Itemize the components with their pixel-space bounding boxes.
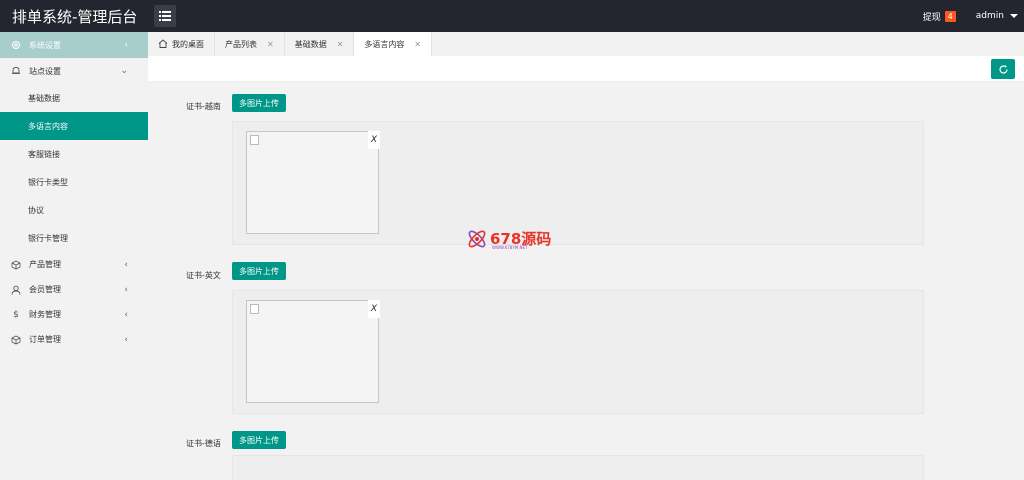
sidebar-item-label: 会员管理 — [29, 285, 61, 294]
box-icon — [10, 259, 22, 271]
broken-image-icon — [250, 304, 259, 314]
upload-button-english[interactable]: 多图片上传 — [232, 262, 286, 280]
refresh-icon — [998, 64, 1008, 74]
top-bar: 排单系统-管理后台 提现 4 admin — [0, 0, 1024, 32]
tab-bar: 我的桌面 产品列表 ✕ 基础数据 ✕ 多语言内容 ✕ — [148, 32, 1024, 56]
field-label-english: 证书-英文 — [186, 271, 221, 280]
chevron-left-icon: ‹ — [124, 310, 128, 320]
sidebar-item-system-settings[interactable]: 系统设置 ‹ — [0, 32, 148, 58]
bell-icon — [10, 65, 22, 77]
sidebar-item-site-settings[interactable]: 站点设置 ⌄ — [0, 58, 148, 84]
withdraw-count-badge: 4 — [944, 10, 956, 22]
sidebar-subitem-card-manage[interactable]: 银行卡管理 — [0, 224, 148, 252]
broken-image-icon — [250, 135, 259, 145]
user-name: admin — [975, 11, 1004, 21]
close-icon[interactable]: ✕ — [414, 40, 421, 49]
sidebar-item-label: 订单管理 — [29, 335, 61, 344]
image-panel-english: X — [232, 290, 924, 414]
image-panel-german — [232, 455, 924, 480]
sidebar-item-products[interactable]: 产品管理 ‹ — [0, 252, 148, 277]
tab-label: 基础数据 — [294, 39, 327, 49]
remove-image-button[interactable]: X — [368, 131, 380, 149]
watermark: 678源码 WWW.678YM.NET — [466, 228, 551, 250]
sidebar-item-orders[interactable]: 订单管理 ‹ — [0, 327, 148, 352]
chevron-left-icon: ‹ — [124, 335, 128, 345]
image-panel-vietnam: X — [232, 121, 924, 245]
content-toolbar — [148, 56, 1024, 82]
chevron-left-icon: ‹ — [124, 260, 128, 270]
sidebar-item-members[interactable]: 会员管理 ‹ — [0, 277, 148, 302]
upload-button-vietnam[interactable]: 多图片上传 — [232, 94, 286, 112]
home-icon — [158, 38, 168, 50]
sidebar-subitem-basic-data[interactable]: 基础数据 — [0, 84, 148, 112]
sidebar-subitem-multilang[interactable]: 多语言内容 — [0, 112, 148, 140]
box-icon — [10, 334, 22, 346]
chevron-left-icon: ‹ — [124, 40, 128, 50]
tab-basic-data[interactable]: 基础数据 ✕ — [285, 32, 355, 56]
tab-my-desktop[interactable]: 我的桌面 — [148, 32, 215, 56]
image-thumbnail — [246, 300, 379, 403]
field-label-german: 证书-德语 — [186, 439, 221, 448]
remove-image-button[interactable]: X — [368, 300, 380, 318]
watermark-subtext: WWW.678YM.NET — [492, 245, 528, 250]
tab-label: 我的桌面 — [172, 39, 204, 49]
main-content: 证书-越南 多图片上传 X 证书-英文 多图片上传 X 证书-德语 多图片上传 — [148, 83, 1024, 480]
sidebar: 系统设置 ‹ 站点设置 ⌄ 基础数据 多语言内容 客服链接 银行卡类型 协议 银… — [0, 32, 148, 480]
sidebar-subitem-card-type[interactable]: 银行卡类型 — [0, 168, 148, 196]
tab-multilang[interactable]: 多语言内容 ✕ — [354, 32, 433, 56]
tab-label: 产品列表 — [225, 39, 257, 49]
close-icon[interactable]: ✕ — [267, 40, 274, 49]
sidebar-subitem-agreement[interactable]: 协议 — [0, 196, 148, 224]
withdraw-link[interactable]: 提现 4 — [923, 10, 956, 23]
caret-down-icon — [1010, 14, 1018, 18]
sidebar-item-label: 产品管理 — [29, 260, 61, 269]
upload-button-german[interactable]: 多图片上传 — [232, 431, 286, 449]
top-right-area: 提现 4 admin — [923, 0, 1024, 32]
menu-toggle-button[interactable] — [154, 5, 176, 27]
chevron-left-icon: ‹ — [124, 285, 128, 295]
sidebar-item-label: 站点设置 — [29, 66, 61, 76]
sidebar-item-finance[interactable]: $ 财务管理 ‹ — [0, 302, 148, 327]
refresh-button[interactable] — [991, 59, 1015, 79]
tab-product-list[interactable]: 产品列表 ✕ — [215, 32, 285, 56]
sidebar-item-label: 财务管理 — [29, 310, 61, 319]
gear-icon — [10, 39, 22, 51]
app-title: 排单系统-管理后台 — [12, 8, 138, 26]
user-menu[interactable]: admin — [976, 11, 1018, 21]
chevron-down-icon: ⌄ — [120, 66, 128, 76]
image-thumbnail — [246, 131, 379, 234]
dollar-icon: $ — [13, 309, 19, 320]
withdraw-label: 提现 — [922, 12, 941, 23]
close-icon[interactable]: ✕ — [337, 40, 344, 49]
field-label-vietnam: 证书-越南 — [186, 102, 221, 111]
sidebar-item-label: 系统设置 — [29, 40, 61, 50]
tab-label: 多语言内容 — [364, 39, 405, 49]
atom-logo-icon — [468, 230, 486, 248]
user-icon — [10, 284, 22, 296]
list-icon — [159, 11, 171, 21]
sidebar-subitem-support-link[interactable]: 客服链接 — [0, 140, 148, 168]
